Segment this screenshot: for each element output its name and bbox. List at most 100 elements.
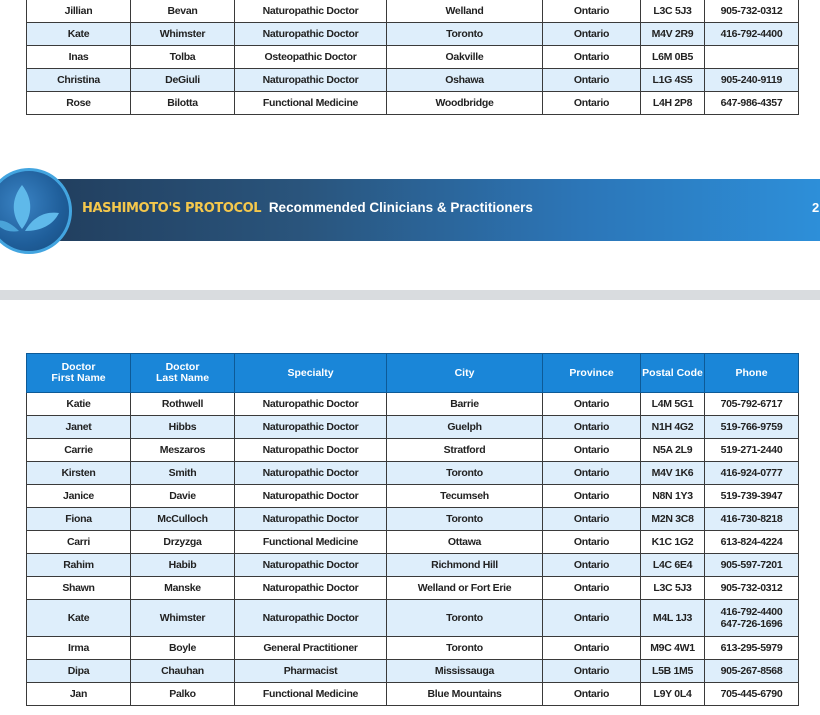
cell-first-name: Kate bbox=[26, 22, 131, 46]
cell-city: Tecumseh bbox=[386, 484, 543, 508]
page-number: 2 bbox=[812, 200, 820, 215]
cell-phone: 647-986-4357 bbox=[704, 91, 799, 115]
cell-province: Ontario bbox=[542, 438, 641, 462]
cell-specialty: General Practitioner bbox=[234, 636, 387, 660]
cell-first-name: Irma bbox=[26, 636, 131, 660]
practitioner-table-body: Katie Rothwell Naturopathic Doctor Barrie On… bbox=[26, 392, 799, 706]
cell-first-name: Carri bbox=[26, 530, 131, 554]
cell-first-name: Katie bbox=[26, 392, 131, 416]
document-page-1: Jillian Bevan Naturopathic Doctor Welland On… bbox=[0, 0, 820, 290]
cell-province: Ontario bbox=[542, 45, 641, 69]
cell-first-name: Carrie bbox=[26, 438, 131, 462]
cell-province: Ontario bbox=[542, 507, 641, 531]
cell-first-name: Fiona bbox=[26, 507, 131, 531]
cell-specialty: Naturopathic Doctor bbox=[234, 438, 387, 462]
cell-last-name: Meszaros bbox=[130, 438, 235, 462]
leaf-logo-icon bbox=[0, 168, 72, 254]
header-city: City bbox=[386, 353, 543, 393]
cell-specialty: Naturopathic Doctor bbox=[234, 576, 387, 600]
header-phone: Phone bbox=[704, 353, 799, 393]
cell-city: Toronto bbox=[386, 22, 543, 46]
cell-specialty: Naturopathic Doctor bbox=[234, 507, 387, 531]
cell-last-name: Rothwell bbox=[130, 392, 235, 416]
cell-postal-code: M4V 1K6 bbox=[640, 461, 705, 485]
cell-last-name: Boyle bbox=[130, 636, 235, 660]
cell-city: Woodbridge bbox=[386, 91, 543, 115]
header-first-name: Doctor First Name bbox=[26, 353, 131, 393]
cell-first-name: Jan bbox=[26, 682, 131, 706]
cell-city: Welland or Fort Erie bbox=[386, 576, 543, 600]
cell-first-name: Rose bbox=[26, 91, 131, 115]
cell-phone: 705-792-6717 bbox=[704, 392, 799, 416]
cell-last-name: Bilotta bbox=[130, 91, 235, 115]
table-row: Rose Bilotta Functional Medicine Woodbridge… bbox=[26, 91, 799, 115]
cell-city: Welland bbox=[386, 0, 543, 23]
table-row: Irma Boyle General Practitioner Toronto Onta… bbox=[26, 636, 799, 660]
table-row: Janice Davie Naturopathic Doctor Tecumseh On… bbox=[26, 484, 799, 508]
practitioner-table-top-body: Jillian Bevan Naturopathic Doctor Welland On… bbox=[26, 0, 799, 115]
cell-postal-code: M9C 4W1 bbox=[640, 636, 705, 660]
cell-city: Guelph bbox=[386, 415, 543, 439]
cell-postal-code: K1C 1G2 bbox=[640, 530, 705, 554]
cell-city: Stratford bbox=[386, 438, 543, 462]
cell-province: Ontario bbox=[542, 91, 641, 115]
cell-province: Ontario bbox=[542, 636, 641, 660]
cell-province: Ontario bbox=[542, 68, 641, 92]
table-row: Shawn Manske Naturopathic Doctor Welland or… bbox=[26, 576, 799, 600]
banner-title: HASHIMOTO'S PROTOCOL Recommended Clinici… bbox=[82, 200, 533, 216]
cell-phone: 905-240-9119 bbox=[704, 68, 799, 92]
table-row: Christina DeGiuli Naturopathic Doctor Oshaw… bbox=[26, 68, 799, 92]
cell-city: Mississauga bbox=[386, 659, 543, 683]
cell-city: Toronto bbox=[386, 599, 543, 637]
cell-phone: 416-792-4400 bbox=[704, 22, 799, 46]
cell-specialty: Osteopathic Doctor bbox=[234, 45, 387, 69]
cell-phone: 613-295-5979 bbox=[704, 636, 799, 660]
cell-province: Ontario bbox=[542, 0, 641, 23]
cell-postal-code: L1G 4S5 bbox=[640, 68, 705, 92]
cell-postal-code: L3C 5J3 bbox=[640, 0, 705, 23]
cell-province: Ontario bbox=[542, 659, 641, 683]
cell-specialty: Naturopathic Doctor bbox=[234, 415, 387, 439]
cell-last-name: Davie bbox=[130, 484, 235, 508]
table-header: Doctor First Name Doctor Last Name Speci… bbox=[26, 353, 799, 393]
cell-province: Ontario bbox=[542, 576, 641, 600]
table-row: Inas Tolba Osteopathic Doctor Oakville Ontar… bbox=[26, 45, 799, 69]
cell-province: Ontario bbox=[542, 415, 641, 439]
table-row: Carri Drzyzga Functional Medicine Ottawa Ont… bbox=[26, 530, 799, 554]
table-header-row: Doctor First Name Doctor Last Name Speci… bbox=[26, 353, 799, 393]
cell-province: Ontario bbox=[542, 682, 641, 706]
cell-postal-code: N8N 1Y3 bbox=[640, 484, 705, 508]
cell-first-name: Jillian bbox=[26, 0, 131, 23]
cell-postal-code: L4H 2P8 bbox=[640, 91, 705, 115]
header-first-name-line2: First Name bbox=[51, 372, 106, 384]
cell-phone: 905-267-8568 bbox=[704, 659, 799, 683]
header-last-name: Doctor Last Name bbox=[130, 353, 235, 393]
banner-subtitle: Recommended Clinicians & Practitioners bbox=[268, 200, 533, 215]
section-banner: HASHIMOTO'S PROTOCOL Recommended Clinici… bbox=[0, 168, 820, 254]
table-row: Jan Palko Functional Medicine Blue Mountain… bbox=[26, 682, 799, 706]
cell-city: Richmond Hill bbox=[386, 553, 543, 577]
cell-phone bbox=[704, 45, 799, 69]
cell-specialty: Naturopathic Doctor bbox=[234, 553, 387, 577]
cell-province: Ontario bbox=[542, 484, 641, 508]
banner-brand: HASHIMOTO'S PROTOCOL bbox=[82, 201, 262, 216]
cell-city: Ottawa bbox=[386, 530, 543, 554]
cell-phone: 705-445-6790 bbox=[704, 682, 799, 706]
page-separator bbox=[0, 290, 820, 300]
cell-postal-code: L6M 0B5 bbox=[640, 45, 705, 69]
cell-phone: 905-732-0312 bbox=[704, 576, 799, 600]
table-row: Carrie Meszaros Naturopathic Doctor Stratfo… bbox=[26, 438, 799, 462]
cell-first-name: Rahim bbox=[26, 553, 131, 577]
table-row: Kate Whimster Naturopathic Doctor Toronto On… bbox=[26, 22, 799, 46]
header-postal-code: Postal Code bbox=[640, 353, 705, 393]
cell-last-name: Chauhan bbox=[130, 659, 235, 683]
cell-last-name: Palko bbox=[130, 682, 235, 706]
cell-phone: 519-271-2440 bbox=[704, 438, 799, 462]
cell-phone-line1: 416-792-4400 bbox=[720, 606, 783, 618]
cell-phone: 519-739-3947 bbox=[704, 484, 799, 508]
cell-specialty: Functional Medicine bbox=[234, 682, 387, 706]
table-row: Janet Hibbs Naturopathic Doctor Guelph Ontar… bbox=[26, 415, 799, 439]
cell-province: Ontario bbox=[542, 530, 641, 554]
cell-last-name: Smith bbox=[130, 461, 235, 485]
cell-province: Ontario bbox=[542, 22, 641, 46]
